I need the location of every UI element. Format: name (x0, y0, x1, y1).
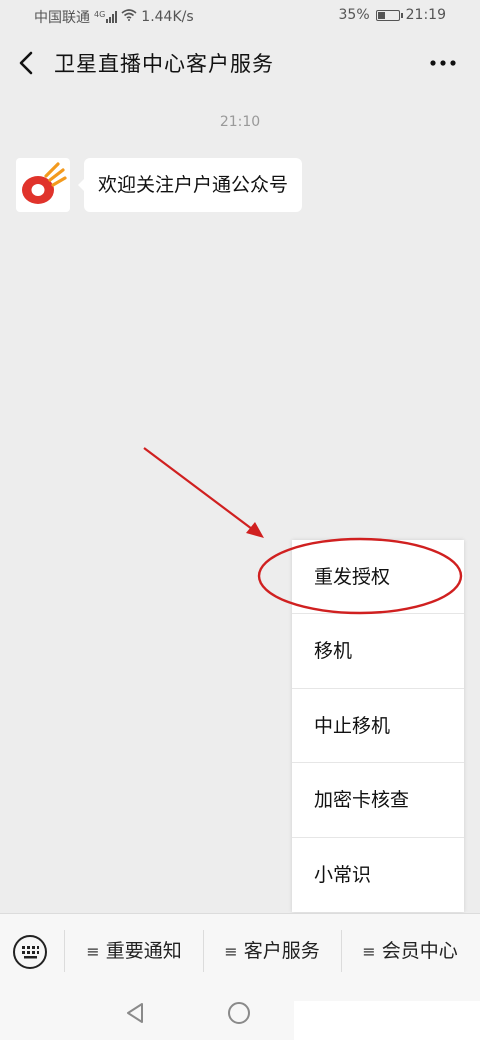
submenu-item-cancel-relocate[interactable]: 中止移机 (292, 689, 464, 764)
menu-tab-customer-service[interactable]: ≡ 客户服务 (204, 914, 340, 988)
more-options-icon[interactable] (428, 54, 458, 72)
official-account-avatar[interactable] (16, 158, 70, 212)
signal-icon: 4G (94, 10, 118, 23)
keyboard-toggle-button[interactable] (12, 934, 48, 970)
menu-list-icon: ≡ (224, 942, 238, 961)
home-circle-icon[interactable] (227, 1001, 251, 1029)
submenu-popup: 重发授权 移机 中止移机 加密卡核查 小常识 (292, 540, 464, 912)
status-left: 中国联通 4G 1.44K/s (34, 7, 194, 27)
system-nav-bar (0, 987, 480, 1040)
menu-list-icon: ≡ (362, 942, 376, 961)
menu-tab-label: 重要通知 (105, 940, 182, 962)
wechat-chat-screen: 中国联通 4G 1.44K/s 35% 21:19 卫星直播中心客户服务 21:… (0, 0, 480, 1040)
submenu-item-relocate[interactable]: 移机 (292, 614, 464, 689)
signal-type-label: 4G (94, 10, 106, 19)
status-right: 35% 21:19 (339, 7, 446, 23)
screenshot-white-patch (294, 1001, 480, 1040)
carrier-label: 中国联通 (34, 10, 90, 26)
status-bar: 中国联通 4G 1.44K/s 35% 21:19 (0, 0, 480, 34)
page-title: 卫星直播中心客户服务 (54, 52, 274, 76)
submenu-item-tips[interactable]: 小常识 (292, 838, 464, 912)
menu-divider (64, 930, 65, 972)
keyboard-icon (13, 935, 47, 969)
custom-menu-bar: ≡ 重要通知 ≡ 客户服务 ≡ 会员中心 (0, 913, 480, 987)
menu-list-icon: ≡ (86, 942, 100, 961)
menu-tab-label: 会员中心 (381, 940, 458, 962)
network-speed: 1.44K/s (141, 9, 194, 25)
battery-percent: 35% (338, 7, 370, 23)
menu-tab-member-center[interactable]: ≡ 会员中心 (342, 914, 478, 988)
battery-level-fill (377, 11, 385, 19)
nav-bar: 卫星直播中心客户服务 (0, 34, 480, 92)
wifi-icon (121, 9, 137, 25)
back-icon[interactable] (14, 48, 40, 78)
submenu-item-resend-authorization[interactable]: 重发授权 (292, 540, 464, 615)
brand-logo-icon (22, 162, 67, 204)
submenu-item-card-check[interactable]: 加密卡核查 (292, 763, 464, 838)
menu-tab-notices[interactable]: ≡ 重要通知 (66, 914, 202, 988)
menu-tab-label: 客户服务 (243, 940, 320, 962)
annotation-arrow (143, 447, 264, 538)
message-timestamp: 21:10 (219, 114, 261, 130)
clock: 21:19 (405, 7, 446, 23)
message-bubble[interactable]: 欢迎关注户户通公众号 (77, 158, 303, 212)
back-triangle-icon[interactable] (124, 1001, 146, 1029)
battery-icon (375, 9, 403, 21)
